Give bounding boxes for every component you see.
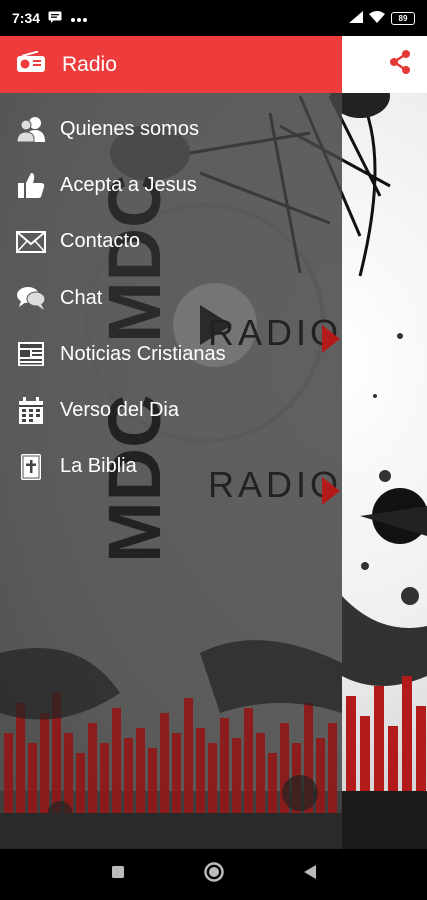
menu-item-noticias-cristianas[interactable]: Noticias Cristianas <box>0 326 342 382</box>
battery-level: 89 <box>398 13 408 23</box>
menu-item-label: Verso del Dia <box>60 399 179 422</box>
menu-item-la-biblia[interactable]: La Biblia <box>0 439 342 495</box>
home-circle-icon[interactable] <box>203 861 225 888</box>
menu-item-chat[interactable]: Chat <box>0 270 342 326</box>
users-icon <box>16 114 46 144</box>
status-bar: 7:34 89 <box>0 0 427 36</box>
menu-item-label: Acepta a Jesus <box>60 173 197 196</box>
menu-item-acepta-a-jesus[interactable]: Acepta a Jesus <box>0 157 342 213</box>
wifi-icon <box>369 10 385 26</box>
menu-item-label: Contacto <box>60 230 141 253</box>
navigation-drawer: MDC MDC RADIO RADIO Radio Quienes somos … <box>0 36 342 849</box>
mail-icon <box>16 227 46 257</box>
drawer-header-label: Radio <box>62 52 117 76</box>
status-time: 7:34 <box>12 10 41 26</box>
recents-square-icon[interactable] <box>111 865 125 884</box>
chat-icon <box>16 283 46 313</box>
calendar-icon <box>16 396 46 426</box>
more-dots-icon <box>70 10 88 26</box>
signal-icon <box>349 10 363 26</box>
share-icon[interactable] <box>387 49 413 80</box>
status-right: 89 <box>349 10 415 26</box>
system-nav-bar <box>0 849 427 900</box>
app-bar <box>342 36 427 93</box>
menu-item-label: Chat <box>60 286 103 309</box>
chat-notification-icon <box>48 10 62 26</box>
thumbs-up-icon <box>16 170 46 200</box>
menu-item-verso-del-dia[interactable]: Verso del Dia <box>0 382 342 438</box>
status-left: 7:34 <box>12 10 88 26</box>
back-triangle-icon[interactable] <box>303 864 317 885</box>
drawer-header-radio[interactable]: Radio <box>0 36 342 93</box>
battery-icon: 89 <box>391 11 415 25</box>
radio-icon <box>16 50 46 78</box>
drawer-menu: Quienes somos Acepta a Jesus Contacto Ch… <box>0 101 342 495</box>
menu-item-label: Quienes somos <box>60 117 199 140</box>
menu-item-label: La Biblia <box>60 455 137 478</box>
menu-item-contacto[interactable]: Contacto <box>0 214 342 270</box>
menu-item-quienes-somos[interactable]: Quienes somos <box>0 101 342 157</box>
bible-icon <box>16 452 46 482</box>
menu-item-label: Noticias Cristianas <box>60 342 226 365</box>
newspaper-icon <box>16 339 46 369</box>
